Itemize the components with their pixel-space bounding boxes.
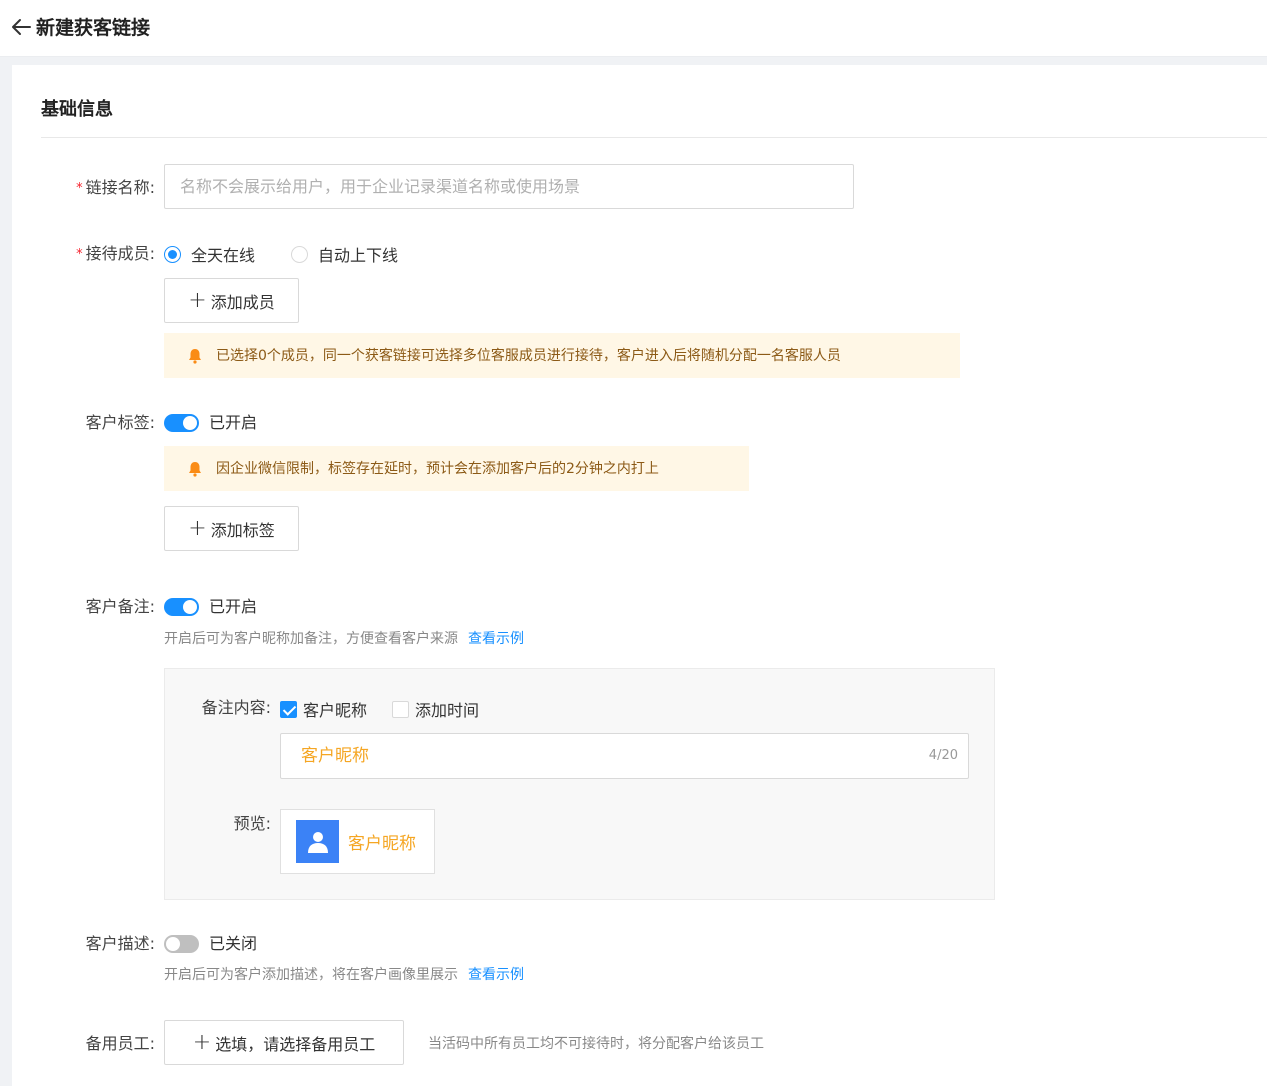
members-notice: 已选择0个成员，同一个获客链接可选择多位客服成员进行接待，客户进入后将随机分配一… (164, 333, 960, 378)
remark-hint: 开启后可为客户昵称加备注，方便查看客户来源 查看示例 (164, 631, 524, 647)
form-card: 基础信息 * 链接名称: 名称不会展示给用户，用于企业记录渠道名称或使用场景 * 接… (12, 65, 1267, 1086)
remark-switch[interactable] (164, 598, 199, 616)
description-label: 客户描述: (85, 934, 155, 953)
switch-knob (183, 416, 197, 430)
radio-unselected-icon (291, 245, 308, 263)
remark-label: 客户备注: (85, 597, 155, 616)
radio-all-day-online[interactable]: 全天在线 (164, 242, 255, 266)
link-name-label: * 链接名称: (76, 178, 155, 197)
remark-preview: 客户昵称 (280, 809, 435, 874)
description-hint: 开启后可为客户添加描述，将在客户画像里展示 查看示例 (164, 967, 524, 983)
required-mark: * (76, 181, 83, 196)
radio-selected-icon (164, 245, 181, 263)
tags-label: 客户标签: (85, 413, 155, 432)
link-name-placeholder: 名称不会展示给用户，用于企业记录渠道名称或使用场景 (180, 176, 581, 196)
remark-content-label: 备注内容: (201, 698, 271, 717)
remark-switch-text: 已开启 (209, 597, 258, 616)
plus-icon: + (188, 287, 207, 313)
required-mark: * (76, 247, 83, 262)
switch-knob (166, 937, 180, 951)
description-example-link[interactable]: 查看示例 (468, 967, 524, 983)
preview-nickname: 客户昵称 (348, 834, 416, 854)
radio-auto-online-offline[interactable]: 自动上下线 (291, 242, 398, 266)
bell-icon (189, 461, 201, 477)
section-divider (41, 137, 1267, 138)
add-tag-button[interactable]: + 添加标签 (164, 506, 299, 551)
avatar-icon (296, 820, 339, 863)
select-backup-employee-button[interactable]: + 选填，请选择备用员工 (164, 1020, 404, 1065)
checkbox-unchecked-icon (392, 700, 409, 718)
tags-switch-text: 已开启 (209, 413, 258, 432)
char-counter: 4/20 (928, 748, 958, 763)
page-title: 新建获客链接 (36, 17, 151, 39)
preview-label: 预览: (233, 814, 271, 833)
description-switch[interactable] (164, 935, 199, 953)
top-bar: 新建获客链接 (0, 0, 1267, 57)
remark-example-link[interactable]: 查看示例 (468, 631, 524, 647)
tags-switch[interactable] (164, 414, 199, 432)
members-label: * 接待成员: (76, 244, 155, 263)
checkbox-customer-nickname[interactable]: 客户昵称 (280, 697, 367, 721)
plus-icon: + (188, 515, 207, 541)
switch-knob (183, 600, 197, 614)
backup-label: 备用员工: (85, 1034, 155, 1053)
backup-hint: 当活码中所有员工均不可接待时，将分配客户给该员工 (428, 1036, 764, 1052)
checkbox-checked-icon (280, 700, 297, 718)
tags-notice: 因企业微信限制，标签存在延时，预计会在添加客户后的2分钟之内打上 (164, 446, 749, 491)
bell-icon (189, 348, 201, 364)
link-name-input[interactable]: 名称不会展示给用户，用于企业记录渠道名称或使用场景 (164, 164, 854, 209)
arrow-left-icon[interactable] (10, 14, 34, 40)
add-member-button[interactable]: + 添加成员 (164, 278, 299, 323)
description-switch-text: 已关闭 (209, 934, 258, 953)
section-title: 基础信息 (41, 99, 113, 120)
checkbox-add-time[interactable]: 添加时间 (392, 697, 479, 721)
remark-input-value: 客户昵称 (301, 746, 369, 766)
remark-settings-panel: 备注内容: 客户昵称 添加时间 客户昵称 4/20 预览: 客户昵称 (164, 668, 995, 900)
plus-icon: + (192, 1029, 212, 1055)
remark-content-input[interactable]: 客户昵称 4/20 (280, 733, 969, 779)
